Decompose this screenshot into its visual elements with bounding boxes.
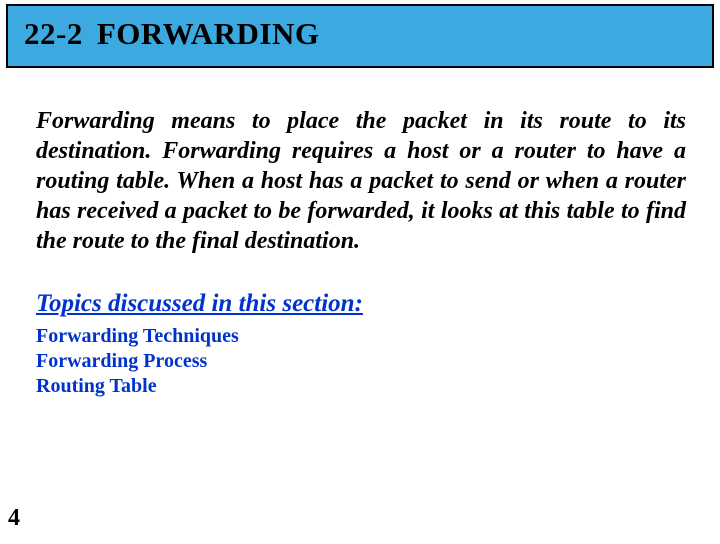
topic-item: Forwarding Techniques [36, 324, 686, 349]
topic-item: Routing Table [36, 374, 686, 399]
topics-heading: Topics discussed in this section: [36, 290, 686, 318]
section-title: 22-2 FORWARDING [24, 16, 696, 52]
section-number: 22-2 [24, 16, 83, 51]
topic-item: Forwarding Process [36, 349, 686, 374]
section-heading: FORWARDING [97, 16, 320, 51]
page-number: 4 [8, 505, 20, 532]
section-title-bar: 22-2 FORWARDING [6, 4, 714, 68]
body-paragraph: Forwarding means to place the packet in … [36, 106, 686, 256]
topics-list: Forwarding Techniques Forwarding Process… [36, 324, 686, 399]
